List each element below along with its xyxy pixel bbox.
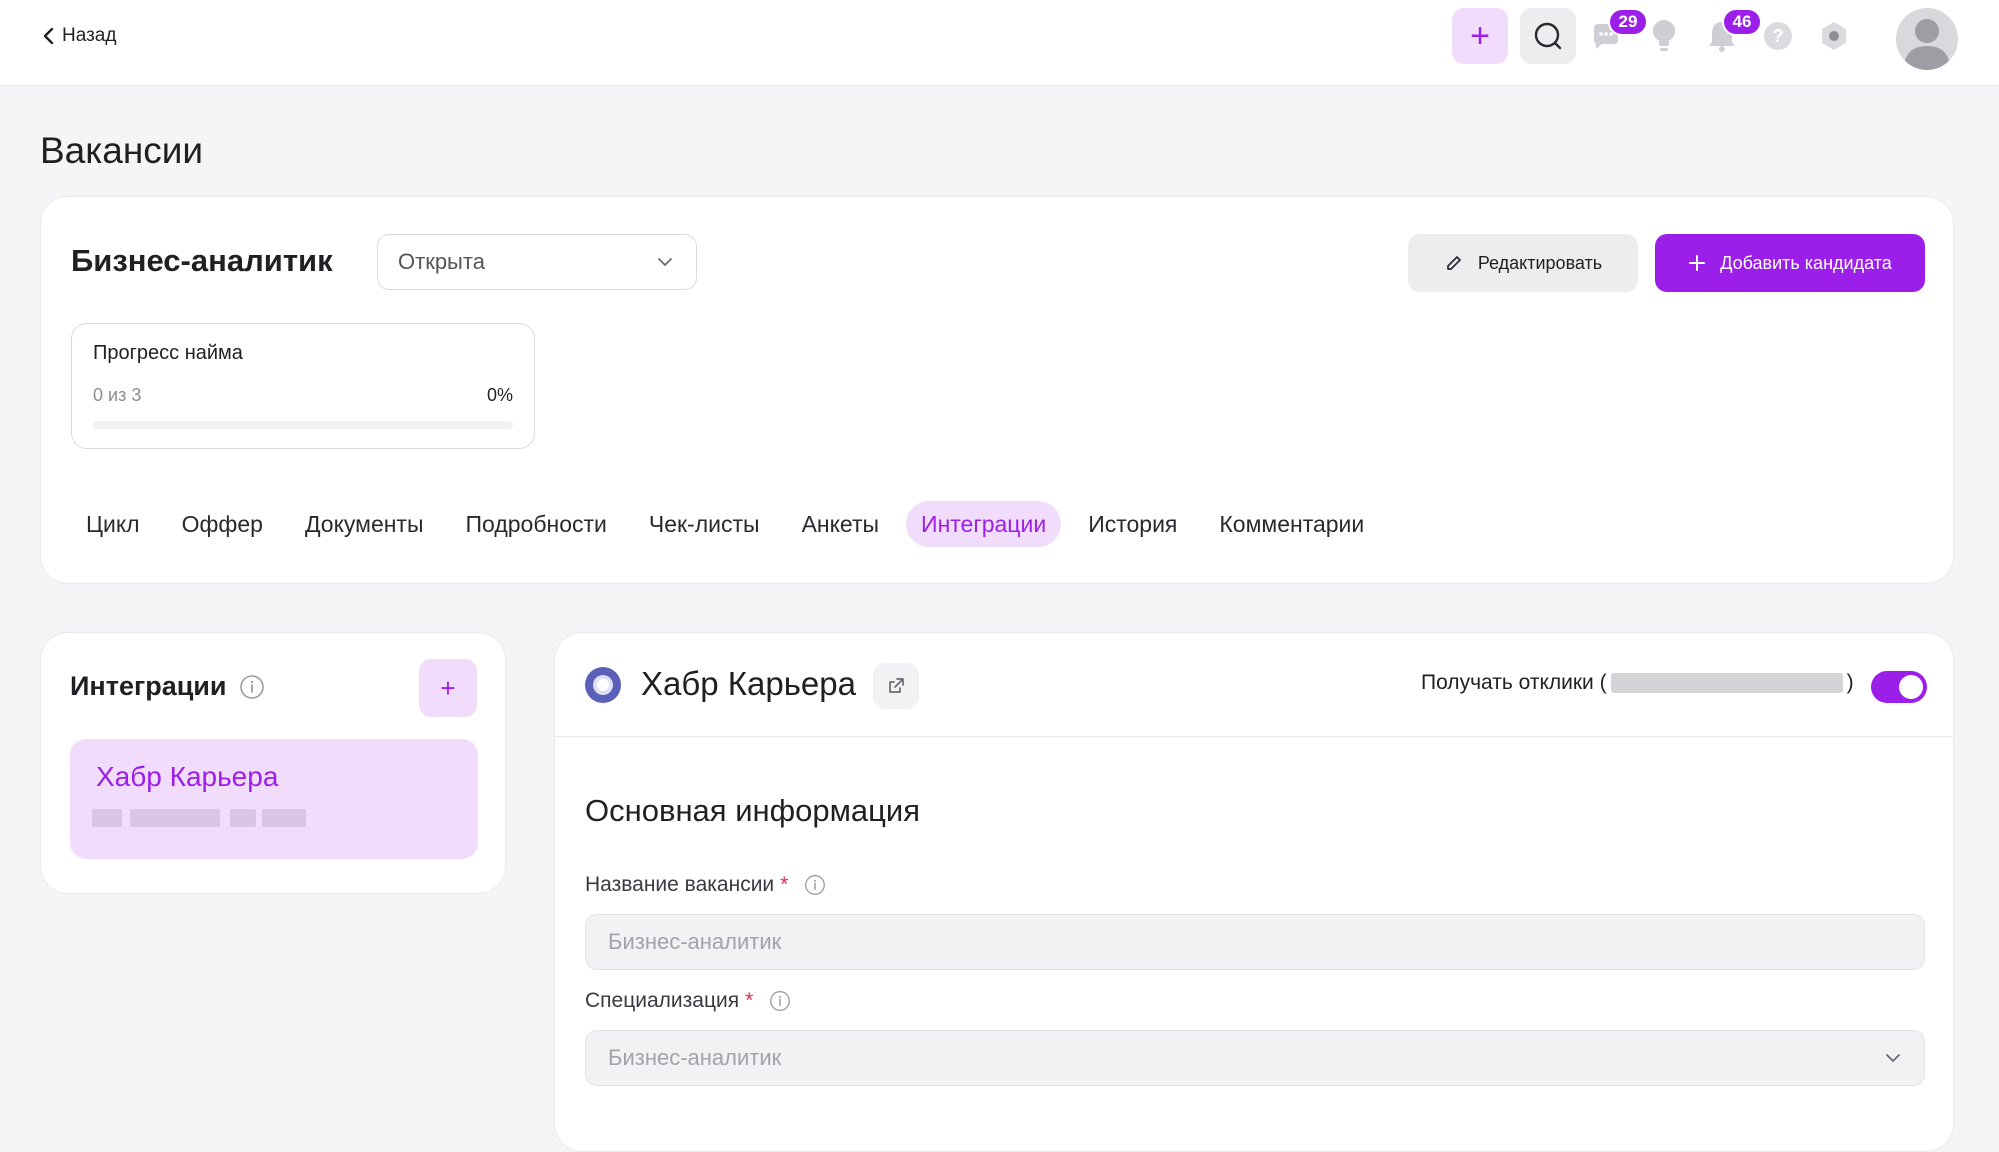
search-icon bbox=[1534, 22, 1562, 50]
tips-button[interactable] bbox=[1648, 18, 1680, 54]
external-link-icon bbox=[889, 678, 904, 693]
add-candidate-label: Добавить кандидата bbox=[1720, 252, 1892, 273]
info-icon[interactable] bbox=[769, 990, 791, 1012]
vacancy-card: Бизнес-аналитик Открыта Редактировать До… bbox=[40, 196, 1954, 584]
lightbulb-icon bbox=[1653, 20, 1675, 51]
details-title: Хабр Карьера bbox=[641, 665, 856, 702]
toggle-knob bbox=[1899, 675, 1923, 699]
details-header: Хабр Карьера Получать отклики ( ) bbox=[555, 633, 1953, 737]
specialization-select[interactable]: Бизнес-аналитик bbox=[585, 1030, 1925, 1086]
tab-comments[interactable]: Комментарии bbox=[1204, 501, 1379, 547]
progress-percent: 0% bbox=[486, 385, 513, 405]
vacancy-tabs: Цикл Оффер Документы Подробности Чек-лис… bbox=[71, 501, 1391, 547]
settings-button[interactable] bbox=[1818, 20, 1850, 52]
plus-icon bbox=[1689, 255, 1706, 271]
vacancy-name-label: Название вакансии * bbox=[585, 873, 826, 897]
hiring-progress-card: Прогресс найма 0 из 3 0% bbox=[71, 323, 535, 449]
hexagon-settings-icon bbox=[1822, 22, 1846, 50]
back-link[interactable]: Назад bbox=[42, 22, 116, 50]
status-value: Открыта bbox=[398, 249, 485, 274]
tab-details[interactable]: Подробности bbox=[451, 501, 622, 547]
tab-cycle[interactable]: Цикл bbox=[71, 501, 155, 547]
user-icon bbox=[1904, 19, 1950, 70]
redacted-text bbox=[1610, 673, 1843, 693]
habr-career-logo-icon bbox=[585, 667, 621, 703]
receive-label-start: Получать отклики ( bbox=[1421, 671, 1607, 694]
add-integration-button[interactable]: + bbox=[419, 659, 477, 717]
integration-item[interactable]: Хабр Карьера bbox=[70, 739, 478, 859]
integration-details-card: Хабр Карьера Получать отклики ( ) Основн… bbox=[554, 632, 1954, 1152]
chevron-left-icon bbox=[43, 27, 54, 45]
plus-icon: + bbox=[1470, 16, 1490, 55]
section-title: Основная информация bbox=[585, 793, 921, 828]
receive-responses-toggle[interactable] bbox=[1871, 671, 1927, 703]
user-avatar[interactable] bbox=[1896, 8, 1958, 70]
open-external-button[interactable] bbox=[873, 663, 919, 709]
tab-offer[interactable]: Оффер bbox=[167, 501, 278, 547]
page-title: Вакансии bbox=[40, 130, 204, 171]
help-glyph: ? bbox=[1772, 25, 1784, 46]
vacancy-name-value: Бизнес-аналитик bbox=[608, 929, 782, 954]
chevron-down-icon bbox=[658, 258, 672, 267]
receive-label-end: ) bbox=[1846, 671, 1854, 694]
info-icon[interactable] bbox=[239, 674, 265, 700]
redacted-text bbox=[130, 809, 220, 827]
tab-history[interactable]: История bbox=[1073, 501, 1192, 547]
top-bar: Назад + 29 46 ? bbox=[0, 0, 1999, 86]
top-actions: + 29 46 ? bbox=[1452, 8, 1972, 76]
specialization-label: Специализация * bbox=[585, 989, 791, 1013]
integrations-title: Интеграции bbox=[70, 671, 227, 701]
quick-add-button[interactable]: + bbox=[1452, 8, 1508, 64]
info-icon[interactable] bbox=[804, 874, 826, 896]
tab-integrations[interactable]: Интеграции bbox=[906, 501, 1062, 547]
edit-button[interactable]: Редактировать bbox=[1408, 234, 1638, 292]
progress-count: 0 из 3 bbox=[93, 385, 142, 405]
chat-count-badge: 29 bbox=[1608, 8, 1648, 36]
receive-responses-label: Получать отклики ( ) bbox=[1421, 671, 1854, 695]
status-select[interactable]: Открыта bbox=[377, 234, 697, 290]
vacancy-name: Бизнес-аналитик bbox=[71, 243, 333, 278]
search-button[interactable] bbox=[1520, 8, 1576, 64]
progress-title: Прогресс найма bbox=[93, 342, 243, 364]
progress-bar bbox=[93, 421, 513, 429]
specialization-value: Бизнес-аналитик bbox=[608, 1045, 782, 1070]
vacancy-name-field[interactable]: Бизнес-аналитик bbox=[585, 914, 1925, 970]
integration-item-title: Хабр Карьера bbox=[96, 761, 279, 792]
required-mark: * bbox=[745, 989, 754, 1012]
add-candidate-button[interactable]: Добавить кандидата bbox=[1655, 234, 1925, 292]
vacancy-name-label-text: Название вакансии bbox=[585, 873, 775, 896]
redacted-text bbox=[92, 809, 122, 827]
integrations-heading: Интеграции bbox=[70, 671, 265, 702]
required-mark: * bbox=[780, 873, 789, 896]
edit-label: Редактировать bbox=[1477, 252, 1603, 273]
plus-icon: + bbox=[440, 672, 456, 703]
notifications-count-badge: 46 bbox=[1722, 8, 1762, 36]
integrations-card: Интеграции + Хабр Карьера bbox=[40, 632, 506, 894]
chevron-down-icon bbox=[1886, 1054, 1900, 1063]
redacted-text bbox=[262, 809, 306, 827]
tab-questionnaires[interactable]: Анкеты bbox=[787, 501, 894, 547]
help-button[interactable]: ? bbox=[1762, 20, 1794, 52]
tab-documents[interactable]: Документы bbox=[290, 501, 439, 547]
specialization-label-text: Специализация bbox=[585, 989, 740, 1012]
pencil-icon bbox=[1446, 256, 1461, 270]
redacted-text bbox=[230, 809, 256, 827]
tab-checklists[interactable]: Чек-листы bbox=[634, 501, 775, 547]
back-label: Назад bbox=[62, 25, 117, 46]
